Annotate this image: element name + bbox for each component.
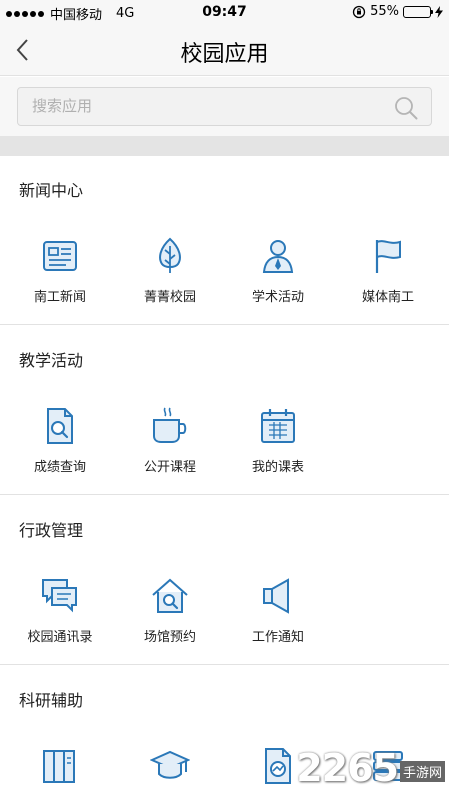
charging-bolt-icon bbox=[435, 5, 443, 18]
section-gap bbox=[0, 136, 449, 156]
app-label: 工作通知 bbox=[251, 630, 304, 645]
app-label: 我的课表 bbox=[251, 460, 304, 475]
newspaper-icon bbox=[43, 241, 77, 271]
watermark: 2265 手游网 bbox=[296, 746, 445, 790]
watermark-number: 2265 bbox=[296, 746, 399, 790]
battery-icon bbox=[403, 5, 433, 18]
app-venue-booking[interactable]: 场馆预约 bbox=[114, 576, 226, 645]
app-campus-directory[interactable]: 校园通讯录 bbox=[4, 576, 116, 645]
section-title-research: 科研辅助 bbox=[19, 691, 84, 710]
leaf-icon bbox=[159, 237, 181, 273]
coffee-cup-icon bbox=[153, 407, 187, 443]
app-label: 公开课程 bbox=[143, 460, 196, 475]
divider bbox=[0, 324, 449, 325]
section-title-news: 新闻中心 bbox=[19, 181, 84, 200]
app-label: 学术活动 bbox=[251, 290, 304, 305]
search-area bbox=[0, 77, 449, 136]
search-input[interactable] bbox=[32, 97, 372, 115]
app-research-1[interactable] bbox=[4, 746, 116, 796]
section-title-teaching: 教学活动 bbox=[19, 351, 84, 370]
person-icon bbox=[262, 240, 294, 273]
divider bbox=[0, 664, 449, 665]
app-open-course[interactable]: 公开课程 bbox=[114, 406, 226, 475]
flag-icon bbox=[375, 240, 401, 273]
app-media-nangong[interactable]: 媒体南工 bbox=[332, 236, 444, 305]
books-icon bbox=[43, 750, 75, 783]
graduation-cap-icon bbox=[150, 750, 190, 779]
app-jingjing-campus[interactable]: 菁菁校园 bbox=[114, 236, 226, 305]
search-icon[interactable] bbox=[393, 95, 419, 121]
page-title: 校园应用 bbox=[180, 42, 269, 67]
section-title-admin: 行政管理 bbox=[19, 521, 84, 540]
app-work-notice[interactable]: 工作通知 bbox=[222, 576, 334, 645]
chat-bubbles-icon bbox=[42, 579, 77, 613]
app-label: 校园通讯录 bbox=[27, 630, 93, 645]
app-academic-events[interactable]: 学术活动 bbox=[222, 236, 334, 305]
megaphone-icon bbox=[263, 578, 289, 614]
app-label: 南工新闻 bbox=[33, 290, 86, 305]
app-grade-query[interactable]: 成绩查询 bbox=[4, 406, 116, 475]
divider bbox=[0, 494, 449, 495]
status-right: 55% bbox=[352, 4, 443, 19]
app-label: 媒体南工 bbox=[361, 290, 414, 305]
app-my-schedule[interactable]: 我的课表 bbox=[222, 406, 334, 475]
battery-percent: 55% bbox=[370, 4, 399, 19]
house-search-icon bbox=[152, 578, 188, 613]
document-search-icon bbox=[47, 408, 73, 444]
app-nangong-news[interactable]: 南工新闻 bbox=[4, 236, 116, 305]
navigation-bar: 校园应用 bbox=[0, 24, 449, 76]
app-label: 菁菁校园 bbox=[143, 290, 196, 305]
orientation-lock-icon bbox=[352, 5, 366, 18]
app-label: 成绩查询 bbox=[33, 460, 86, 475]
watermark-text: 手游网 bbox=[399, 761, 445, 782]
search-box[interactable] bbox=[17, 87, 432, 126]
calendar-icon bbox=[261, 409, 295, 443]
app-label: 场馆预约 bbox=[143, 630, 196, 645]
document-chart-icon bbox=[265, 748, 291, 784]
app-research-2[interactable] bbox=[114, 746, 226, 796]
status-bar: 中国移动 4G 09:47 55% bbox=[0, 0, 449, 24]
